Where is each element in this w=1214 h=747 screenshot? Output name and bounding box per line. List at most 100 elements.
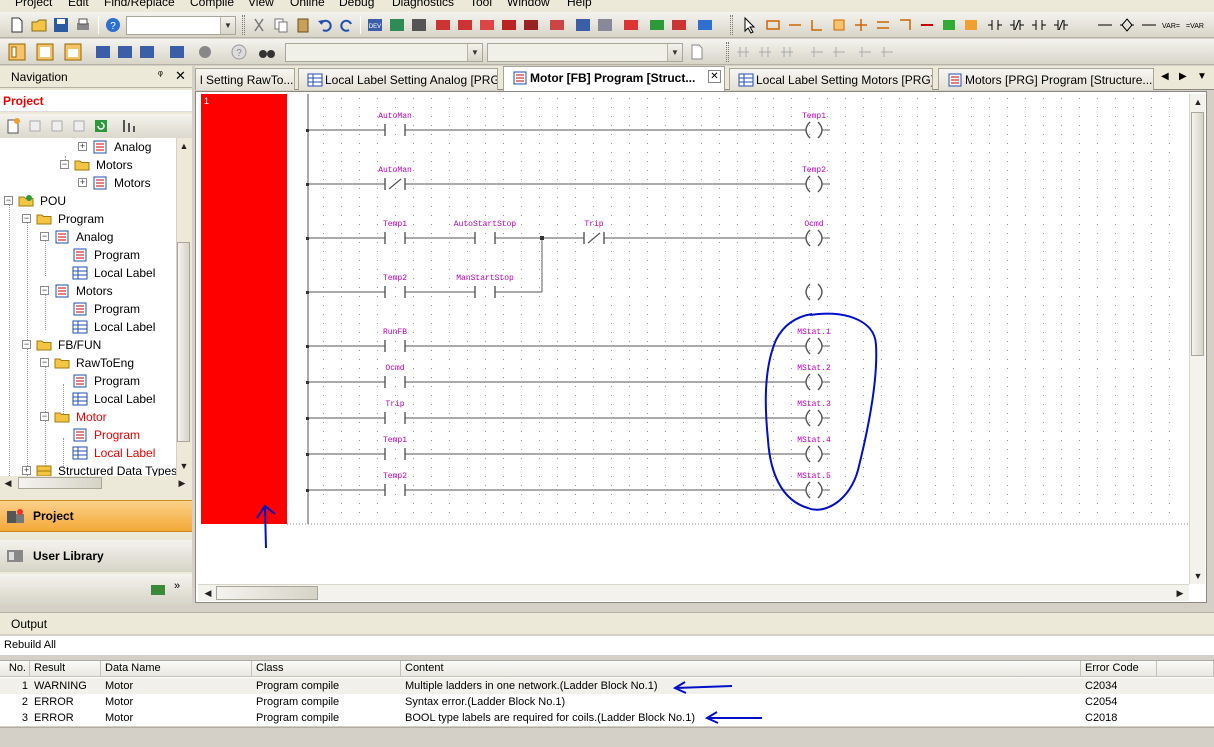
output-column-header[interactable]: Error Code <box>1081 661 1157 677</box>
editor-tab[interactable]: Local Label Setting Analog [PRG] <box>298 68 498 90</box>
tree-item[interactable]: − RawToEng <box>40 354 176 372</box>
horizontal-line-icon[interactable] <box>1096 16 1114 34</box>
tree-vertical-scrollbar[interactable]: ▲ ▼ <box>176 138 190 476</box>
monitor-icon[interactable] <box>548 16 566 34</box>
monitor-stop-icon[interactable] <box>670 16 688 34</box>
scroll-up-icon[interactable]: ▲ <box>176 138 192 154</box>
page-icon[interactable] <box>688 43 706 61</box>
redo-icon[interactable] <box>338 16 356 34</box>
menu-view[interactable]: View <box>248 0 274 9</box>
menu-tool[interactable]: Tool <box>470 0 492 9</box>
editor-scroll-down-icon[interactable]: ▼ <box>1190 568 1206 584</box>
var-equal2-icon[interactable]: =VAR <box>1186 16 1204 34</box>
ladder-tool-7-icon[interactable] <box>896 16 914 34</box>
collapse-icon[interactable]: − <box>22 214 31 223</box>
coil-icon[interactable] <box>1118 16 1136 34</box>
close-icon[interactable]: ✕ <box>175 68 186 84</box>
collapse-icon[interactable]: − <box>60 160 69 169</box>
editor-tab[interactable]: l Setting RawTo... <box>195 68 295 90</box>
tree-item[interactable]: − Motor <box>40 408 176 426</box>
tab-prev-icon[interactable]: ◀ <box>1161 71 1169 82</box>
menu-debug[interactable]: Debug <box>339 0 374 9</box>
copy-data-icon[interactable] <box>26 117 44 135</box>
output-column-header[interactable]: Data Name <box>101 661 252 677</box>
var-equal-icon[interactable]: VAR= <box>1162 16 1180 34</box>
ladder-tool-6-icon[interactable] <box>874 16 892 34</box>
tree-item[interactable]: + Analog <box>78 138 176 156</box>
menu-edit[interactable]: Edit <box>68 0 89 9</box>
menu-help[interactable]: Help <box>567 0 592 9</box>
tree-item[interactable]: Local Label <box>58 264 176 282</box>
collapse-icon[interactable]: − <box>40 286 49 295</box>
device-comment-icon[interactable] <box>196 43 214 61</box>
expand-icon[interactable]: + <box>22 466 31 475</box>
ladder-rung[interactable]: Temp2 MStat.5 <box>306 472 831 499</box>
ladder-edit-2-icon[interactable] <box>756 43 774 61</box>
sort-icon[interactable] <box>120 117 138 135</box>
monitor-start-icon[interactable] <box>648 16 666 34</box>
editor-scroll-up-icon[interactable]: ▲ <box>1190 94 1206 110</box>
scroll-right-icon[interactable]: ▶ <box>174 475 190 491</box>
contact-n-icon[interactable] <box>1052 16 1070 34</box>
dev-view-1-icon[interactable] <box>94 43 112 61</box>
tree-item[interactable]: Program <box>58 300 176 318</box>
collapse-icon[interactable]: − <box>40 232 49 241</box>
ladder-tool-1-icon[interactable] <box>764 16 782 34</box>
ladder-tool-10-icon[interactable] <box>962 16 980 34</box>
ladder-rung[interactable]: Temp2 ManStartStop <box>306 274 823 301</box>
collapse-icon[interactable]: − <box>22 340 31 349</box>
tree-item[interactable]: − Program <box>22 210 176 228</box>
output-column-header[interactable]: Result <box>30 661 101 677</box>
tab-list-icon[interactable]: ▼ <box>1197 71 1207 82</box>
select-mode-icon[interactable] <box>740 16 758 34</box>
read-from-plc-icon[interactable] <box>456 16 474 34</box>
ladder-edit-4-icon[interactable] <box>808 43 826 61</box>
tree-item[interactable]: Local Label <box>58 390 176 408</box>
expand-icon[interactable]: + <box>78 178 87 187</box>
device-dev2-icon[interactable] <box>596 16 614 34</box>
copy-icon[interactable] <box>272 16 290 34</box>
editor-scroll-right-icon[interactable]: ▶ <box>1172 585 1188 601</box>
expand-icon[interactable]: + <box>78 142 87 151</box>
ladder-rung[interactable]: RunFB MStat.1 <box>306 328 831 355</box>
cut-icon[interactable] <box>250 16 268 34</box>
pin-icon[interactable]: ᵠ <box>158 69 163 81</box>
tree-item[interactable]: Program <box>58 426 176 444</box>
ladder-edit-6-icon[interactable] <box>856 43 874 61</box>
tree-item[interactable]: − POU <box>4 192 176 210</box>
editor-vscroll-thumb[interactable] <box>1191 112 1204 356</box>
tree-item[interactable]: − Motors <box>40 282 176 300</box>
tree-item[interactable]: Local Label <box>58 318 176 336</box>
tree-item[interactable]: + Motors <box>78 174 176 192</box>
editor-tab[interactable]: Motors [PRG] Program [Structure... <box>938 68 1154 90</box>
project-view-button[interactable]: Project <box>0 500 192 532</box>
coil-output-icon[interactable] <box>1140 16 1158 34</box>
ladder-tool-5-icon[interactable] <box>852 16 870 34</box>
ladder-rung[interactable]: Ocmd MStat.2 <box>306 364 831 391</box>
device-dev-icon[interactable] <box>574 16 592 34</box>
tree-hscroll-thumb[interactable] <box>18 477 102 489</box>
zoom-icon[interactable] <box>168 43 186 61</box>
tree-item[interactable]: − Analog <box>40 228 176 246</box>
scroll-left-icon[interactable]: ◀ <box>0 475 16 491</box>
ladder-rung[interactable]: Temp1 AutoStartStop Trip Ocmd <box>306 220 830 247</box>
new-data-icon[interactable] <box>4 117 22 135</box>
menu-find-replace[interactable]: Find/Replace <box>104 0 175 9</box>
tree-item[interactable]: Program <box>58 246 176 264</box>
tree-horizontal-scrollbar[interactable]: ◀ ▶ <box>0 476 190 490</box>
ladder-edit-7-icon[interactable] <box>878 43 896 61</box>
editor-tab[interactable]: Motor [FB] Program [Struct... ✕ <box>503 66 725 91</box>
menu-window[interactable]: Window <box>507 0 550 9</box>
ladder-rung[interactable]: Trip MStat.3 <box>306 400 831 427</box>
monitor-mode-icon[interactable] <box>696 16 714 34</box>
ladder-edit-1-icon[interactable] <box>734 43 752 61</box>
output-column-header[interactable]: Content <box>401 661 1081 677</box>
ladder-edit-5-icon[interactable] <box>830 43 848 61</box>
verify-plc-icon[interactable] <box>478 16 496 34</box>
open-folder-icon[interactable] <box>30 16 48 34</box>
contact-no-icon[interactable] <box>986 16 1004 34</box>
output-row[interactable]: 3 ERROR Motor Program compile BOOL type labe… <box>0 710 1214 726</box>
plc-memory-icon[interactable] <box>522 16 540 34</box>
device-search-icon[interactable] <box>388 16 406 34</box>
contact-p-icon[interactable] <box>1030 16 1048 34</box>
